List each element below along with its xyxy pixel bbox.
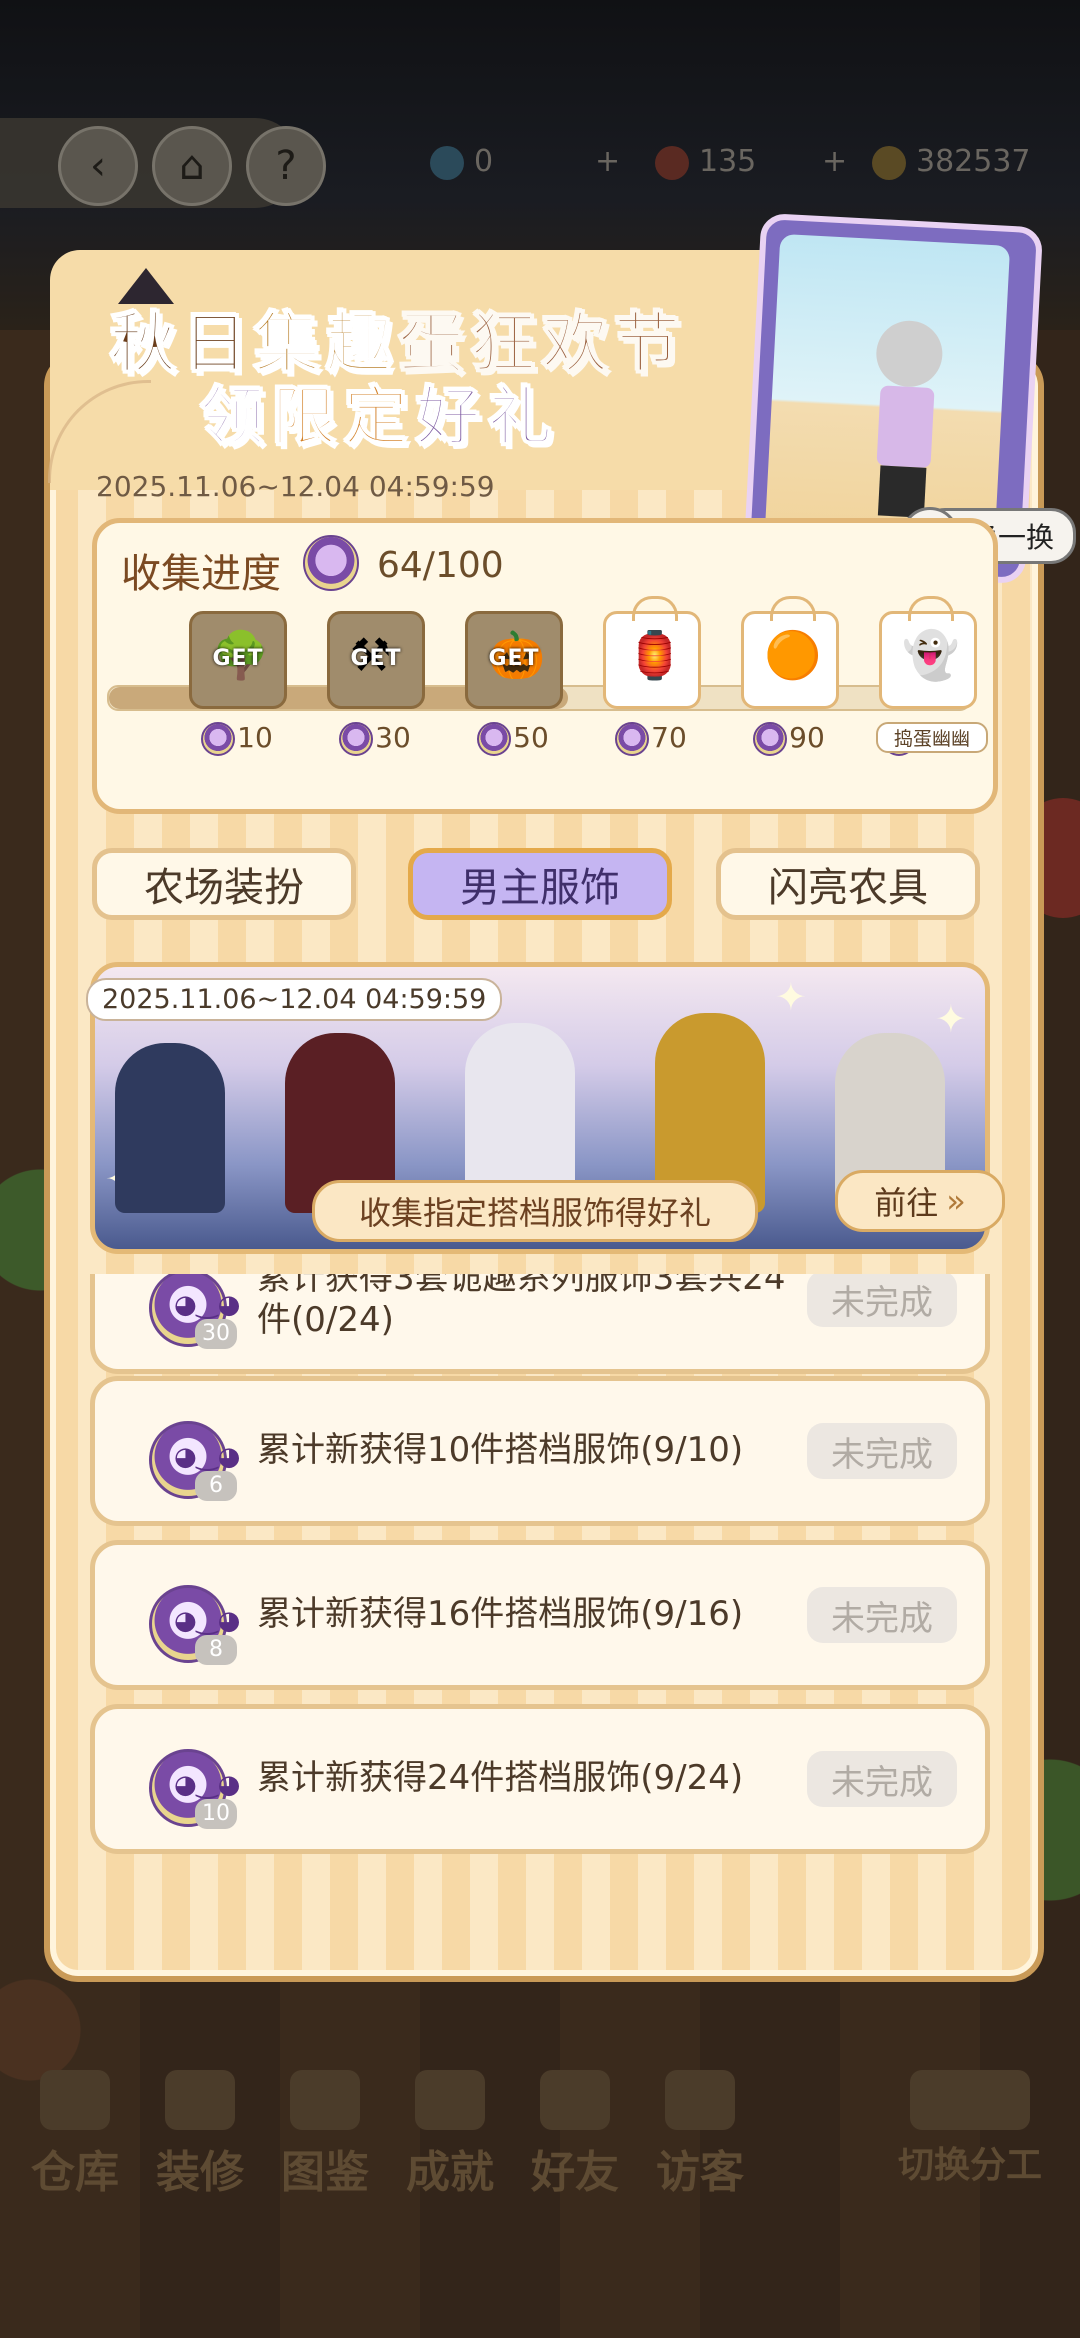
- milestone-10[interactable]: 🌳 GET 10: [189, 611, 287, 756]
- coin-resource: 382537: [872, 144, 1031, 180]
- nav-friends[interactable]: 好友: [520, 2070, 630, 2200]
- banner-caption: 收集指定搭档服饰得好礼: [312, 1180, 758, 1242]
- friends-icon: [540, 2070, 610, 2130]
- gem-icon: [430, 145, 464, 180]
- add-gem-button[interactable]: +: [595, 144, 620, 179]
- reward-qty: 30: [195, 1319, 237, 1349]
- task-item: ◕‿◕ 6 累计新获得10件搭档服饰(9/10) 未完成: [90, 1376, 990, 1526]
- reward-qty: 8: [195, 1635, 237, 1665]
- coin-icon: [872, 145, 906, 180]
- task-text: 累计获得3套诡趣系列服饰3套共24件(0/24): [257, 1274, 786, 1340]
- progress-label: 收集进度: [121, 551, 281, 597]
- gem-resource: 0: [430, 144, 493, 180]
- event-date-range: 2025.11.06~12.04 04:59:59: [96, 470, 495, 503]
- trophy-icon: [415, 2070, 485, 2130]
- back-icon: ‹: [90, 143, 106, 189]
- heart-icon: [655, 145, 689, 180]
- tab-male-outfits[interactable]: 男主服饰: [408, 848, 672, 920]
- banner-date: 2025.11.06~12.04 04:59:59: [86, 978, 503, 1021]
- nav-achievement[interactable]: 成就: [395, 2070, 505, 2200]
- coin-icon: [753, 722, 788, 756]
- character-figure: [115, 1043, 225, 1213]
- coin-icon: [201, 722, 236, 756]
- task-item: ◕‿◕ 8 累计新获得16件搭档服饰(9/16) 未完成: [90, 1540, 990, 1690]
- progress-count: 64/100: [377, 545, 504, 586]
- nav-collection[interactable]: 图鉴: [270, 2070, 380, 2200]
- nav-decorate[interactable]: 装修: [145, 2070, 255, 2200]
- milestone-30[interactable]: ⚒ GET 30: [327, 611, 425, 756]
- visitor-icon: [665, 2070, 735, 2130]
- bottom-nav: 仓库 装修 图鉴 成就 好友 访客 切换分工: [0, 2070, 1080, 2230]
- task-text: 累计新获得24件搭档服饰(9/24): [257, 1758, 744, 1798]
- home-button[interactable]: ⌂: [152, 126, 232, 206]
- back-button[interactable]: ‹: [58, 126, 138, 206]
- top-bar: ‹ ⌂ ? 0 + 135 + 382537: [0, 118, 1080, 208]
- task-item: ◕‿◕ 30 累计获得3套诡趣系列服饰3套共24件(0/24) 未完成: [90, 1274, 990, 1374]
- nav-visitors[interactable]: 访客: [645, 2070, 755, 2200]
- milestone-50[interactable]: 🎃 GET 50: [465, 611, 563, 756]
- home-icon: ⌂: [179, 143, 205, 189]
- help-button[interactable]: ?: [246, 126, 326, 206]
- milestone-100[interactable]: 👻 捣蛋幽幽 100: [876, 596, 988, 756]
- coin-icon: [477, 722, 512, 756]
- task-item: ◕‿◕ 10 累计新获得24件搭档服饰(9/24) 未完成: [90, 1704, 990, 1854]
- help-icon: ?: [275, 143, 297, 189]
- coin-icon: [615, 722, 650, 756]
- book-icon: [290, 2070, 360, 2130]
- heart-resource: 135: [655, 144, 756, 180]
- milestone-90[interactable]: 🟠 90: [741, 596, 839, 756]
- task-list[interactable]: ◕‿◕ 30 累计获得3套诡趣系列服饰3套共24件(0/24) 未完成 ◕‿◕ …: [86, 1274, 996, 1854]
- milestone-reward-name: 捣蛋幽幽: [876, 722, 988, 753]
- task-status[interactable]: 未完成: [807, 1587, 957, 1643]
- reward-qty: 6: [195, 1471, 237, 1501]
- task-text: 累计新获得10件搭档服饰(9/10): [257, 1430, 744, 1470]
- tab-farm-decor[interactable]: 农场装扮: [92, 848, 356, 920]
- nav-warehouse[interactable]: 仓库: [20, 2070, 130, 2200]
- switch-role-icon: [910, 2070, 1030, 2130]
- lantern-icon: 🏮: [626, 628, 684, 682]
- switch-role-button[interactable]: 切换分工: [880, 2070, 1060, 2188]
- character-scene: [764, 233, 1011, 546]
- milestone-70[interactable]: 🏮 70: [603, 596, 701, 756]
- collection-progress: 收集进度 64/100 🌳 GET 10 ⚒ GET 30 🎃 GET 50 🏮…: [92, 518, 998, 814]
- gift-box-icon: 👻: [902, 628, 960, 682]
- character-avatar: [856, 318, 956, 522]
- warehouse-icon: [40, 2070, 110, 2130]
- pumpkin-coin-icon: [303, 535, 359, 591]
- pumpkin-rug-icon: 🟠: [764, 628, 822, 682]
- task-status[interactable]: 未完成: [807, 1751, 957, 1807]
- tab-shiny-tools[interactable]: 闪亮农具: [716, 848, 980, 920]
- add-heart-button[interactable]: +: [822, 144, 847, 179]
- star-icon: ✦: [935, 997, 967, 1041]
- task-status[interactable]: 未完成: [807, 1274, 957, 1327]
- hammer-icon: [165, 2070, 235, 2130]
- double-chevron-icon: »: [946, 1182, 966, 1220]
- reward-qty: 10: [195, 1799, 237, 1829]
- coin-icon: [339, 722, 374, 756]
- task-text: 累计新获得16件搭档服饰(9/16): [257, 1594, 744, 1634]
- star-icon: ✦: [775, 975, 807, 1019]
- event-title-line2: 领限定好礼: [199, 380, 560, 456]
- goto-button[interactable]: 前往 »: [835, 1170, 1005, 1232]
- task-status[interactable]: 未完成: [807, 1423, 957, 1479]
